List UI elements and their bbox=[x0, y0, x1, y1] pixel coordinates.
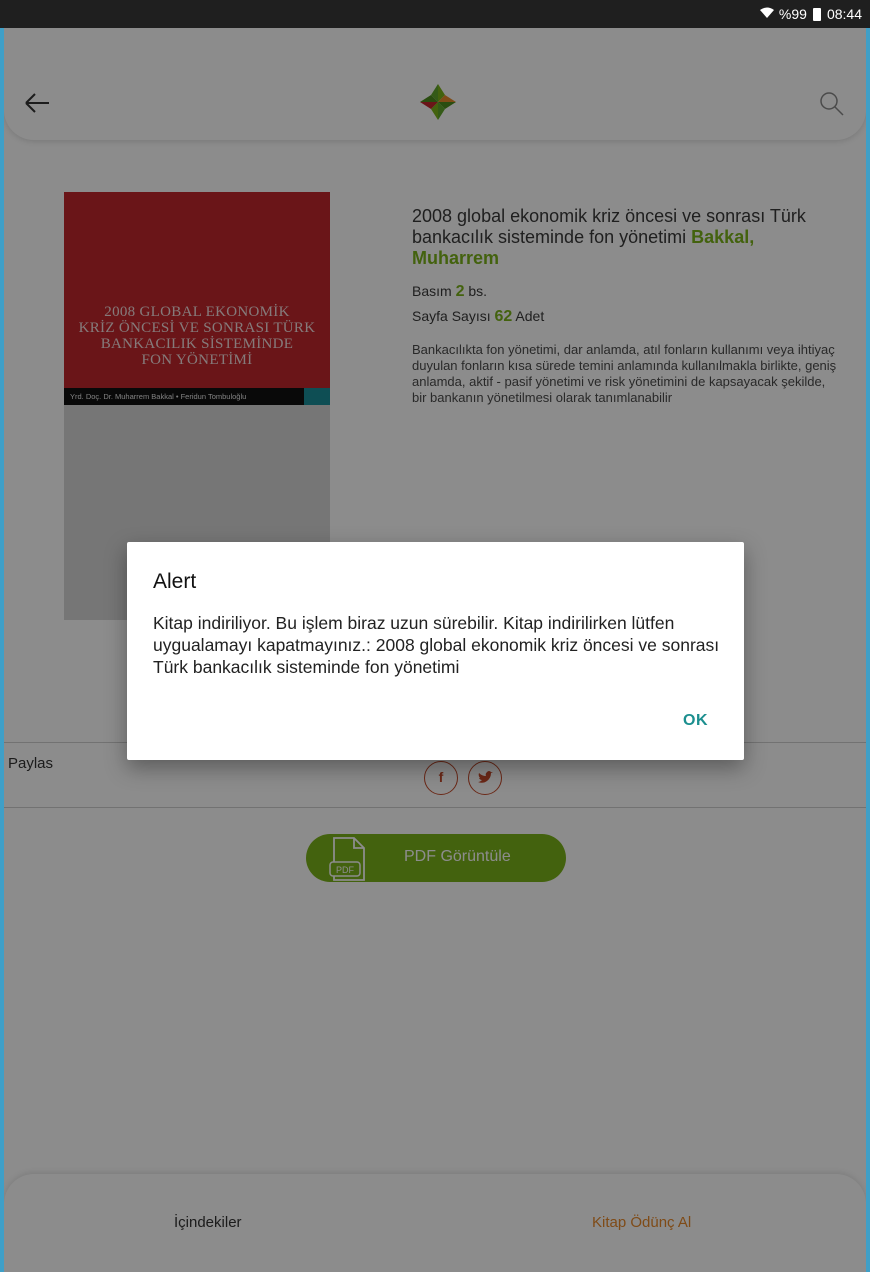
app-screen: 2008 GLOBAL EKONOMİK KRİZ ÖNCESİ VE SONR… bbox=[4, 28, 866, 1272]
battery-percent: %99 bbox=[778, 6, 807, 22]
clock: 08:44 bbox=[826, 6, 862, 22]
ok-button[interactable]: OK bbox=[683, 712, 708, 730]
status-bar: %99 08:44 bbox=[0, 0, 870, 28]
battery-icon bbox=[812, 7, 821, 21]
dialog-message: Kitap indiriliyor. Bu işlem biraz uzun s… bbox=[153, 613, 720, 677]
dialog-title: Alert bbox=[153, 570, 197, 593]
alert-dialog: Alert Kitap indiriliyor. Bu işlem biraz … bbox=[127, 542, 744, 760]
wifi-icon bbox=[759, 6, 775, 22]
